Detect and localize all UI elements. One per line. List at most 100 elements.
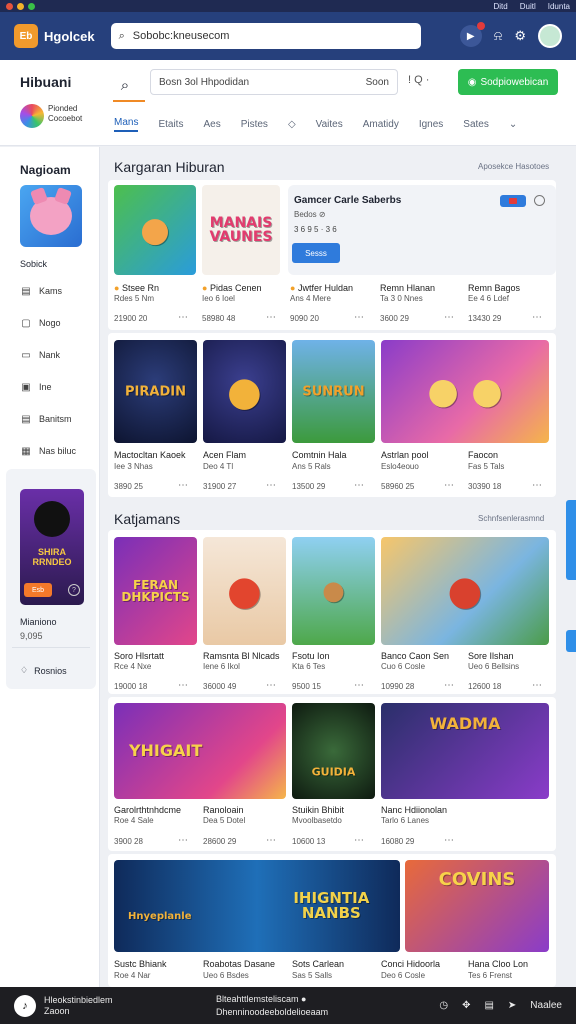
flag-toggle[interactable]	[500, 195, 526, 207]
more-options-icon[interactable]: ⋯	[266, 312, 276, 323]
radio-button[interactable]	[534, 195, 545, 206]
sidebar-item-kams[interactable]: ▤ Kams	[20, 285, 62, 297]
tab-pistes[interactable]: Pistes	[241, 119, 268, 130]
game-tile-feran[interactable]: FERAN DHKPICTS	[114, 537, 197, 645]
game-meta: Roe 4 Sale	[114, 816, 154, 825]
search-icon[interactable]: ⌕	[112, 72, 138, 98]
game-tile-nanbs[interactable]: Hnyeplanle IHIGNTIA NANBS	[114, 860, 400, 952]
game-tile-yhigait[interactable]: YHIGAIT	[114, 703, 286, 799]
game-tile-animals[interactable]: ● ●	[381, 340, 549, 443]
more-options-icon[interactable]: ⋯	[178, 835, 188, 846]
feedback-link[interactable]: ♢ Rosnios	[20, 665, 67, 676]
promo-game-image[interactable]: SHIRA RRNDEO Esb ?	[20, 489, 84, 605]
tab-apps[interactable]: Aes	[203, 119, 220, 130]
sidebar-item-nas-biluc[interactable]: ▦ Nas biluc	[20, 445, 76, 457]
more-options-icon[interactable]: ⋯	[354, 312, 364, 323]
game-tile-manais[interactable]: MANAIS VAUNES	[202, 185, 280, 275]
promo-art-title: SHIRA RRNDEO	[32, 547, 72, 567]
sidebar-item-banitsm[interactable]: ▤ Banitsm	[20, 413, 71, 425]
more-options-icon[interactable]: ⋯	[178, 480, 188, 491]
more-options-icon[interactable]: ⋯	[532, 680, 542, 691]
game-art-title: YHIGAIT	[128, 741, 203, 760]
sidebar-item-nank[interactable]: ▭ Nank	[20, 349, 60, 361]
game-meta: Fas 5 Tals	[468, 462, 505, 471]
more-options-icon[interactable]: ⋯	[178, 680, 188, 691]
scrollbar-thumb[interactable]	[566, 500, 576, 580]
box-icon: ▤	[21, 413, 31, 425]
chevron-down-icon[interactable]: ⌄	[509, 119, 517, 130]
section-see-all-link[interactable]: Schnfsenlerasmnd	[478, 514, 544, 523]
avatar[interactable]: ♪	[14, 994, 36, 1017]
game-tile-guidia[interactable]: GUIDIA	[292, 703, 375, 799]
play-icon[interactable]: ▶	[459, 22, 485, 47]
tab-amatidy[interactable]: Amatidy	[363, 119, 399, 130]
game-tile-adventure[interactable]: ●	[292, 537, 375, 645]
search-submit[interactable]: Soon	[366, 77, 389, 88]
game-tile-bear-adventure[interactable]: ●	[381, 537, 549, 645]
close-window-button[interactable]	[6, 2, 13, 10]
section-see-all-link[interactable]: Aposekce Hasotoes	[478, 162, 549, 171]
game-title: ● Pidas Cenen	[202, 283, 262, 293]
settings-icon[interactable]: ⚙	[514, 28, 526, 44]
more-options-icon[interactable]: ⋯	[444, 835, 454, 846]
more-options-icon[interactable]: ⋯	[532, 480, 542, 491]
tab-sates[interactable]: Sates	[463, 119, 489, 130]
promo-button[interactable]: Esb	[24, 583, 52, 597]
titlebar-item[interactable]: Idunta	[548, 2, 570, 11]
tab-vaites[interactable]: Vaites	[316, 119, 343, 130]
nav-icon[interactable]: ✥	[462, 1000, 470, 1011]
tab-home[interactable]: Mans	[114, 117, 139, 132]
tab-diamond-icon[interactable]: ◇	[288, 119, 296, 130]
search-input[interactable]: Bosn 3ol Hhpodidan Soon	[150, 69, 398, 95]
address-bar[interactable]: ⌕ Sobobc:kneusecom	[110, 23, 421, 49]
more-options-icon[interactable]: ⋯	[444, 480, 454, 491]
cart-icon: ◉	[467, 76, 477, 88]
send-icon[interactable]: ➤	[508, 1000, 516, 1011]
featured-button[interactable]: Sesss	[292, 243, 340, 263]
cta-button[interactable]: ◉ Sodpiowebican	[458, 69, 558, 95]
more-options-icon[interactable]: ⋯	[354, 480, 364, 491]
featured-game-card[interactable]: Gamcer Carle Saberbs Bedos ⊘ 3 6 9 5 · 3…	[288, 185, 556, 275]
more-options-icon[interactable]: ⋯	[354, 680, 364, 691]
game-tile-bear[interactable]: ●	[203, 340, 286, 443]
game-tile-covins[interactable]: COVINS	[405, 860, 549, 952]
minimize-window-button[interactable]	[17, 2, 24, 10]
sidebar-item-label: Nogo	[39, 318, 61, 328]
avatar[interactable]	[538, 24, 562, 48]
help-icon[interactable]: ?	[68, 584, 80, 596]
sidebar-item-nogo[interactable]: ▢ Nogo	[20, 317, 61, 329]
game-title: Sustc Bhiank	[114, 959, 167, 969]
scroll-to-top-button[interactable]	[566, 630, 576, 652]
more-options-icon[interactable]: ⋯	[266, 680, 276, 691]
chat-icon[interactable]: ◷	[439, 1000, 448, 1011]
game-art-title: FERAN DHKPICTS	[121, 578, 190, 604]
more-options-icon[interactable]: ⋯	[266, 835, 276, 846]
game-tile-mouse[interactable]: ●	[203, 537, 286, 645]
game-tile-sunrun[interactable]: SUNRUN	[292, 340, 375, 443]
tab-ignes[interactable]: Ignes	[419, 119, 443, 130]
brand-logo-icon[interactable]	[20, 104, 44, 128]
zoom-window-button[interactable]	[28, 2, 35, 10]
game-tile-wadma[interactable]: WADMA	[381, 703, 549, 799]
fox-image: ●	[140, 210, 170, 250]
sidebar-featured-thumb[interactable]	[20, 185, 82, 247]
more-options-icon[interactable]: ⋯	[444, 680, 454, 691]
status-label[interactable]: Naalee	[530, 1000, 562, 1011]
titlebar-item[interactable]: Ditd	[494, 2, 508, 11]
game-meta: Iene 6 Ikol	[203, 662, 240, 671]
game-meta: Ans 4 Mere	[290, 294, 331, 303]
more-options-icon[interactable]: ⋯	[354, 835, 364, 846]
tab-events[interactable]: Etaits	[158, 119, 183, 130]
titlebar-item[interactable]: Duitl	[520, 2, 536, 11]
game-tile-fox[interactable]: ●	[114, 185, 196, 275]
more-options-icon[interactable]: ⋯	[444, 312, 454, 323]
bell-icon[interactable]: ⍾	[494, 28, 503, 44]
sidebar-item-ine[interactable]: ▣ Ine	[20, 381, 51, 393]
more-options-icon[interactable]: ⋯	[178, 312, 188, 323]
more-options-icon[interactable]: ⋯	[532, 312, 542, 323]
header-mini-icons[interactable]: ! Q ·	[408, 74, 429, 86]
more-options-icon[interactable]: ⋯	[266, 480, 276, 491]
calendar-icon[interactable]: ▤	[484, 1000, 493, 1011]
game-tile-piradin[interactable]: PIRADIN	[114, 340, 197, 443]
app-logo[interactable]: Eb Hgolcek	[14, 24, 95, 48]
